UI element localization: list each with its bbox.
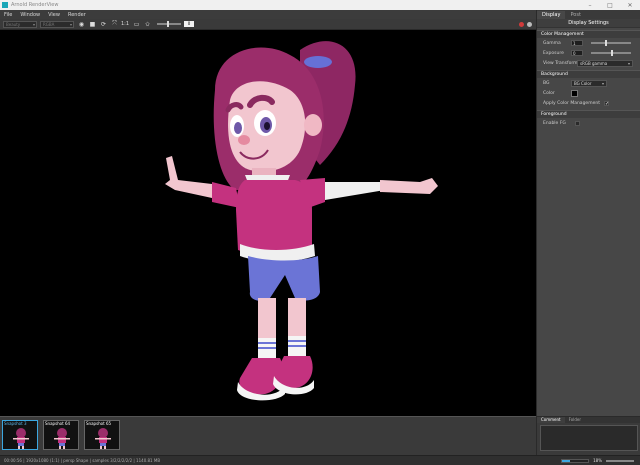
maximize-button[interactable]: □ [600, 0, 620, 10]
comment-textbox[interactable] [540, 425, 638, 451]
crop-icon[interactable]: ▭ [133, 21, 140, 28]
view-transform-select[interactable]: sRGB gamma ▾ [577, 59, 633, 67]
exposure-input[interactable]: 0 [571, 50, 583, 56]
menu-render[interactable]: Render [64, 12, 90, 18]
ratio-label[interactable]: 1:1 [121, 21, 129, 27]
record-icon[interactable] [519, 21, 524, 27]
app-logo-icon [2, 2, 8, 8]
arm-right [165, 156, 212, 198]
menu-view[interactable]: View [44, 12, 64, 18]
render-icon[interactable]: ◉ [78, 21, 85, 28]
render-viewport[interactable] [0, 30, 536, 416]
window-title: Arnold RenderView [11, 2, 59, 8]
render-progress [561, 458, 590, 463]
gamma-label: Gamma [543, 40, 561, 46]
gamma-slider[interactable] [591, 40, 631, 46]
toolbar-right [516, 21, 532, 27]
nose [238, 135, 250, 145]
snapshot-strip: Snapshot 3 Snapshot 64 Snapshot 65 [0, 416, 536, 455]
view-transform-value: sRGB gamma [580, 60, 608, 66]
region-icon[interactable]: ⤧ [111, 20, 118, 28]
tab-folder[interactable]: Folder [565, 417, 585, 423]
window-controls: – □ ✕ [580, 0, 640, 10]
color-label: Color [543, 90, 555, 96]
panel-tabs: Display Post [537, 10, 640, 19]
pupil-right [264, 122, 270, 130]
comment-tabs: Comment Folder [537, 417, 640, 423]
gamma-row: Gamma 1 [537, 38, 640, 48]
bg-label: BG [543, 80, 550, 86]
aov-select-value: RGBA [43, 21, 55, 27]
stop-icon[interactable]: ■ [89, 21, 96, 28]
zoom-slider[interactable] [606, 459, 634, 462]
chevron-down-icon: ▾ [32, 21, 35, 27]
chevron-down-icon: ▾ [627, 60, 630, 66]
view-transform-label: View Transform [543, 60, 578, 66]
arm-left [380, 178, 438, 194]
enable-fg-checkbox[interactable] [575, 120, 580, 126]
star-icon[interactable]: ✩ [144, 21, 151, 28]
minimize-button[interactable]: – [580, 0, 600, 10]
toolbar: Beauty ▾ RGBA ▾ ◉ ■ ⟳ ⤧ 1:1 ▭ ✩ 0 [0, 19, 536, 30]
apply-cm-label: Apply Color Management [543, 100, 600, 106]
refresh-icon[interactable]: ⟳ [100, 21, 107, 28]
bg-select-value: BG Color [574, 80, 592, 86]
shorts [248, 256, 320, 301]
exposure-row: Exposure 0 [537, 48, 640, 58]
apply-cm-checkbox[interactable]: ✓ [603, 100, 609, 106]
iris-left [234, 122, 242, 134]
exposure-label: Exposure [543, 50, 564, 56]
snapshot-thumb[interactable]: Snapshot 64 [43, 420, 79, 450]
exposure-panel-slider[interactable] [591, 50, 631, 56]
camera-select[interactable]: Beauty ▾ [3, 20, 37, 28]
color-row: Color [537, 88, 640, 98]
exposure-slider[interactable] [157, 21, 182, 27]
snapshot-thumb[interactable]: Snapshot 65 [84, 420, 120, 450]
enable-fg-row: Enable FG [537, 118, 640, 128]
comment-area: Comment Folder [537, 416, 640, 455]
gamma-slider-knob[interactable] [605, 40, 607, 46]
status-bar: 00:00:56 | 1920x1080 (1:1) | persp Shape… [0, 455, 640, 465]
panel-header: Display Settings [537, 19, 640, 28]
section-background[interactable]: Background [537, 70, 640, 78]
bg-color-swatch[interactable] [571, 89, 578, 97]
apply-cm-row: Apply Color Management ✓ [537, 98, 640, 108]
snapshot-label: Snapshot 64 [45, 421, 71, 426]
enable-fg-label: Enable FG [543, 120, 566, 126]
hair-tie [304, 56, 332, 68]
snapshot-thumb[interactable]: Snapshot 3 [2, 420, 38, 450]
zoom-label: 18% [593, 458, 602, 463]
aov-select[interactable]: RGBA ▾ [40, 20, 74, 28]
undershirt-arm [325, 182, 385, 200]
snapshot-label: Snapshot 3 [4, 421, 27, 426]
settings-icon[interactable] [527, 21, 532, 27]
camera-select-value: Beauty [6, 21, 21, 27]
menu-file[interactable]: File [0, 12, 16, 18]
close-button[interactable]: ✕ [620, 0, 640, 10]
exposure-value[interactable]: 0 [184, 21, 195, 27]
section-foreground[interactable]: Foreground [537, 110, 640, 118]
render-progress-fill [562, 459, 570, 462]
tab-post[interactable]: Post [565, 11, 585, 19]
status-text: 00:00:56 | 1920x1080 (1:1) | persp Shape… [4, 458, 161, 463]
tab-comment[interactable]: Comment [537, 417, 565, 423]
snapshot-label: Snapshot 65 [86, 421, 112, 426]
display-settings-panel: Display Post Display Settings Color Mana… [536, 10, 640, 455]
bg-row: BG BG Color ▾ [537, 78, 640, 88]
chevron-down-icon: ▾ [69, 21, 72, 27]
bg-select[interactable]: BG Color ▾ [571, 79, 607, 87]
menu-bar: File Window View Render [0, 10, 536, 19]
menu-window[interactable]: Window [16, 12, 44, 18]
exposure-panel-slider-knob[interactable] [611, 50, 613, 56]
gamma-input[interactable]: 1 [571, 40, 583, 46]
view-transform-row: View Transform sRGB gamma ▾ [537, 58, 640, 68]
section-color-management[interactable]: Color Management [537, 30, 640, 38]
chevron-down-icon: ▾ [601, 80, 604, 86]
tab-display[interactable]: Display [537, 11, 566, 19]
exposure-slider-knob[interactable] [167, 21, 170, 27]
ear [304, 114, 322, 136]
title-bar: Arnold RenderView – □ ✕ [0, 0, 640, 10]
shirt [236, 180, 312, 256]
render-image [165, 41, 438, 401]
